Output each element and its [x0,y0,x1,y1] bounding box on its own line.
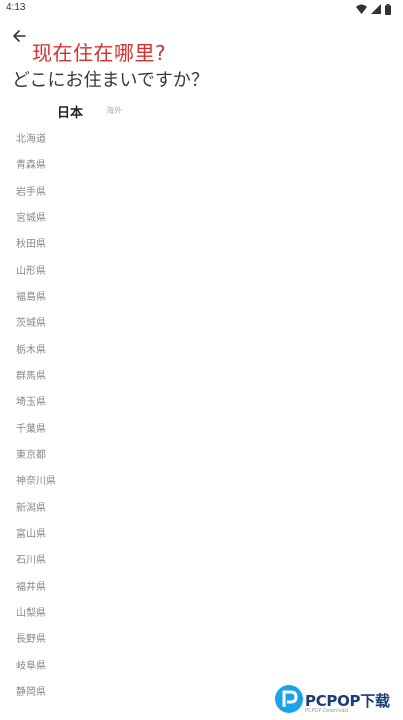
wifi-icon [356,4,367,14]
signal-icon [371,4,381,14]
overlay-title: 现在住在哪里? [32,41,167,65]
prefecture-item[interactable]: 福島県 [16,288,46,308]
prefecture-item[interactable]: 石川県 [16,551,46,571]
arrow-left-icon [13,30,26,42]
battery-icon [385,3,391,15]
prefecture-item[interactable]: 山梨県 [16,604,46,624]
prefecture-item[interactable]: 神奈川県 [16,472,56,492]
status-bar: 4:13 [0,0,403,18]
prefecture-item[interactable]: 茨城県 [16,314,46,334]
prefecture-item[interactable]: 群馬県 [16,367,46,387]
prefecture-item[interactable]: 宮城県 [16,209,46,229]
prefecture-item[interactable]: 富山県 [16,525,46,545]
region-tabs: 日本 海外 [0,100,403,122]
prefecture-item[interactable]: 岐阜県 [16,657,46,677]
prefecture-item[interactable]: 千葉県 [16,420,46,440]
prefecture-item[interactable]: 東京都 [16,446,46,466]
tab-japan[interactable]: 日本 [57,102,83,121]
prefecture-item[interactable]: 栃木県 [16,341,46,361]
prefecture-item[interactable]: 埼玉県 [16,393,46,413]
prefecture-item[interactable]: 静岡県 [16,683,46,703]
prefecture-item[interactable]: 山形県 [16,262,46,282]
pcpop-logo-icon [275,685,303,713]
tab-overseas[interactable]: 海外 [106,105,122,116]
status-time: 4:13 [6,2,26,13]
status-icons [356,3,391,15]
prefecture-item[interactable]: 秋田県 [16,235,46,255]
watermark: PCPOP下载 PCPOP Download [275,684,403,720]
prefecture-item[interactable]: 岩手県 [16,183,46,203]
back-button[interactable] [9,26,29,46]
prefecture-item[interactable]: 北海道 [16,130,46,150]
page-question: どこにお住まいですか？ [12,70,209,91]
prefecture-item[interactable]: 福井県 [16,578,46,598]
prefecture-item[interactable]: 青森県 [16,156,46,176]
prefecture-item[interactable]: 長野県 [16,630,46,650]
prefecture-item[interactable]: 新潟県 [16,499,46,519]
watermark-sub: PCPOP Download [305,708,348,714]
